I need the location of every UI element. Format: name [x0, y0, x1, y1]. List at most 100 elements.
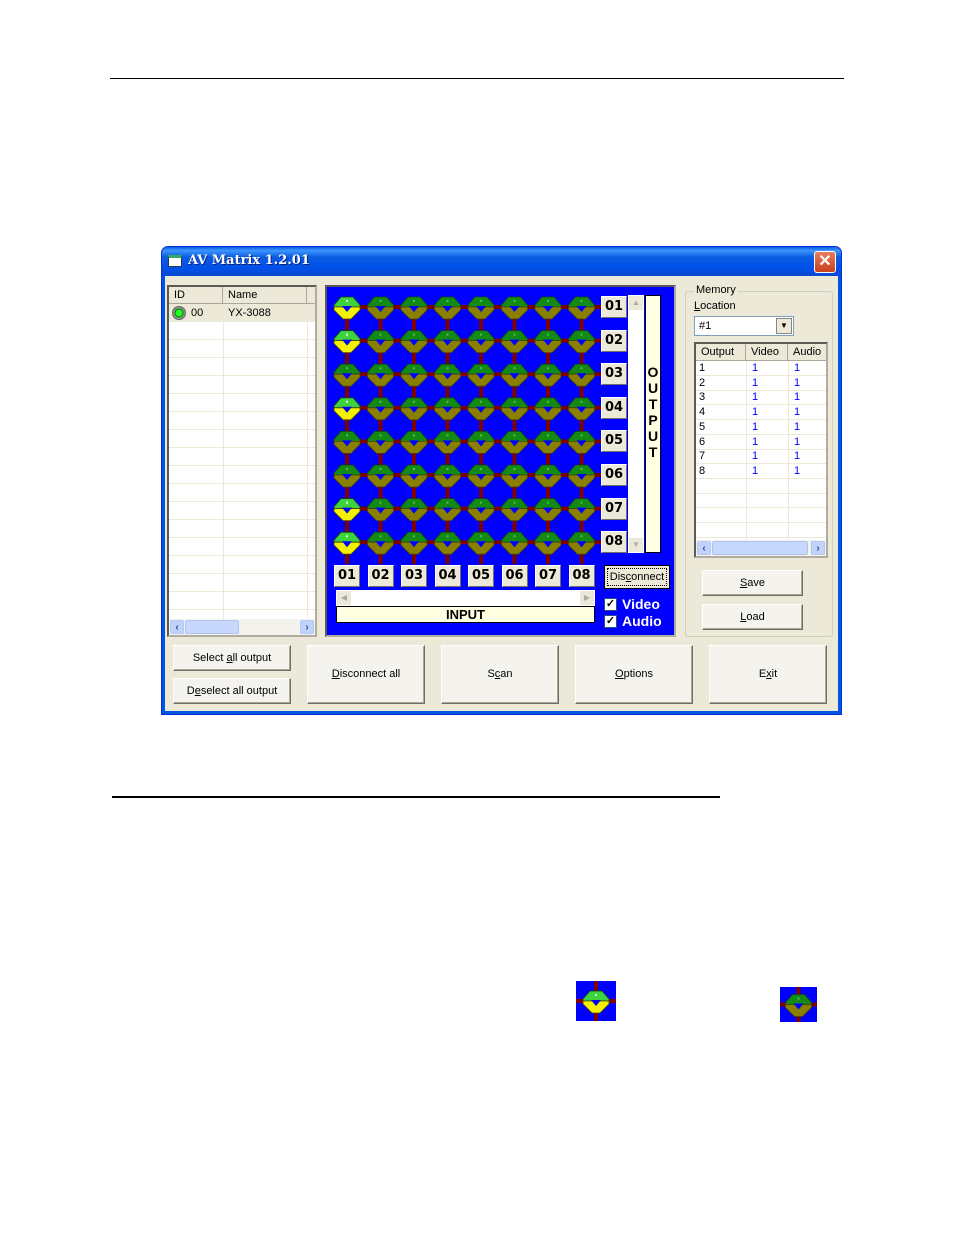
output-scrollbar[interactable]: ▲ ▼: [628, 295, 644, 553]
memory-row[interactable]: 4 1 1: [696, 405, 826, 421]
column-header-video[interactable]: Video: [746, 344, 788, 361]
crosspoint-node[interactable]: [333, 296, 361, 320]
scroll-thumb[interactable]: [712, 541, 808, 555]
crosspoint-node[interactable]: [467, 498, 495, 522]
crosspoint-node[interactable]: [467, 330, 495, 353]
scroll-right-arrow-icon[interactable]: ›: [811, 541, 825, 555]
output-button-04[interactable]: 04: [601, 396, 627, 419]
crosspoint-node[interactable]: [434, 363, 461, 387]
scroll-left-arrow-icon[interactable]: ◀: [337, 591, 351, 605]
crosspoint-node[interactable]: [367, 430, 394, 454]
crosspoint-node[interactable]: [534, 430, 562, 454]
memory-row[interactable]: 3 1 1: [696, 390, 826, 406]
crosspoint-node[interactable]: [568, 498, 595, 522]
crosspoint-node[interactable]: [467, 464, 495, 488]
output-button-01[interactable]: 01: [601, 296, 627, 318]
crosspoint-node[interactable]: [467, 296, 495, 320]
crosspoint-node[interactable]: [501, 531, 528, 555]
crosspoint-node[interactable]: [333, 464, 361, 488]
save-button[interactable]: Save: [702, 570, 803, 596]
crosspoint-node[interactable]: [333, 363, 361, 387]
options-button[interactable]: Options: [575, 645, 693, 704]
crosspoint-node[interactable]: [568, 430, 595, 454]
scroll-left-arrow-icon[interactable]: ‹: [697, 541, 711, 555]
input-button-03[interactable]: 03: [401, 565, 427, 587]
column-header-name[interactable]: Name: [223, 287, 307, 304]
input-scrollbar[interactable]: ◀ ▶: [336, 590, 595, 606]
column-header-audio[interactable]: Audio: [788, 344, 828, 361]
title-bar[interactable]: AV Matrix 1.2.01 ✕: [162, 247, 841, 276]
output-button-03[interactable]: 03: [601, 363, 627, 386]
crosspoint-node[interactable]: [501, 296, 528, 320]
scroll-right-arrow-icon[interactable]: ▶: [580, 591, 594, 605]
crosspoint-node[interactable]: [534, 464, 562, 488]
crosspoint-node[interactable]: [367, 363, 394, 387]
memory-row[interactable]: 7 1 1: [696, 449, 826, 465]
crosspoint-node[interactable]: [333, 498, 361, 522]
crosspoint-node[interactable]: [501, 498, 528, 522]
crosspoint-node[interactable]: [434, 498, 461, 522]
crosspoint-node[interactable]: [400, 363, 428, 387]
crosspoint-node[interactable]: [333, 330, 361, 353]
exit-button[interactable]: Exit: [709, 645, 827, 704]
crosspoint-node[interactable]: [400, 397, 428, 421]
input-button-08[interactable]: 08: [568, 565, 595, 587]
output-button-05[interactable]: 05: [601, 430, 627, 453]
device-list-hscrollbar[interactable]: ‹ ›: [169, 619, 315, 635]
output-button-06[interactable]: 06: [601, 464, 627, 486]
crosspoint-node[interactable]: [367, 531, 394, 555]
disconnect-button[interactable]: Disconnect: [604, 565, 670, 589]
crosspoint-node[interactable]: [400, 430, 428, 454]
disconnect-all-button[interactable]: Disconnect all: [307, 645, 425, 704]
load-button[interactable]: Load: [702, 604, 803, 630]
crosspoint-node[interactable]: [568, 397, 595, 421]
memory-row[interactable]: 2 1 1: [696, 376, 826, 391]
crosspoint-node[interactable]: [400, 464, 428, 488]
crosspoint-node[interactable]: [534, 363, 562, 387]
crosspoint-node[interactable]: [434, 464, 461, 488]
crosspoint-node[interactable]: [501, 330, 528, 353]
crosspoint-node[interactable]: [501, 397, 528, 421]
input-button-05[interactable]: 05: [468, 565, 494, 587]
deselect-all-output-button[interactable]: Deselect all output: [173, 678, 291, 704]
chevron-down-icon[interactable]: ▼: [776, 318, 792, 334]
crosspoint-node[interactable]: [434, 330, 461, 353]
audio-checkbox[interactable]: ✓ Audio: [604, 613, 674, 629]
output-button-08[interactable]: 08: [601, 531, 627, 554]
crosspoint-node[interactable]: [400, 330, 428, 353]
crosspoint-node[interactable]: [400, 498, 428, 522]
crosspoint-node[interactable]: [568, 363, 595, 387]
crosspoint-node[interactable]: [467, 430, 495, 454]
crosspoint-node[interactable]: [568, 464, 595, 488]
scroll-left-arrow-icon[interactable]: ‹: [170, 620, 184, 634]
crosspoint-node[interactable]: [367, 397, 394, 421]
crosspoint-node[interactable]: [534, 397, 562, 421]
crosspoint-node[interactable]: [568, 296, 595, 320]
crosspoint-node[interactable]: [534, 531, 562, 555]
input-button-02[interactable]: 02: [367, 565, 394, 587]
scroll-thumb[interactable]: [185, 620, 239, 634]
crosspoint-node[interactable]: [501, 430, 528, 454]
scroll-down-arrow-icon[interactable]: ▼: [629, 538, 643, 552]
crosspoint-node[interactable]: [568, 531, 595, 555]
scroll-right-arrow-icon[interactable]: ›: [300, 620, 314, 634]
crosspoint-node[interactable]: [467, 363, 495, 387]
input-button-04[interactable]: 04: [434, 565, 461, 587]
device-list[interactable]: ID Name 00 YX-3088 ‹ ›: [167, 285, 317, 637]
crosspoint-node[interactable]: [367, 464, 394, 488]
memory-row[interactable]: 1 1 1: [696, 361, 826, 376]
crosspoint-node[interactable]: [400, 531, 428, 555]
crosspoint-node[interactable]: [467, 397, 495, 421]
crosspoint-node[interactable]: [467, 531, 495, 555]
crosspoint-node[interactable]: [534, 498, 562, 522]
video-checkbox[interactable]: ✓ Video: [604, 596, 674, 612]
device-row[interactable]: 00 YX-3088: [169, 304, 315, 322]
crosspoint-node[interactable]: [434, 531, 461, 555]
memory-list-hscrollbar[interactable]: ‹ ›: [696, 540, 826, 556]
location-dropdown[interactable]: #1 ▼: [694, 316, 794, 336]
input-button-01[interactable]: 01: [334, 565, 360, 587]
crosspoint-node[interactable]: [333, 397, 361, 421]
crosspoint-node[interactable]: [400, 296, 428, 320]
crosspoint-node[interactable]: [434, 397, 461, 421]
input-button-07[interactable]: 07: [535, 565, 561, 587]
